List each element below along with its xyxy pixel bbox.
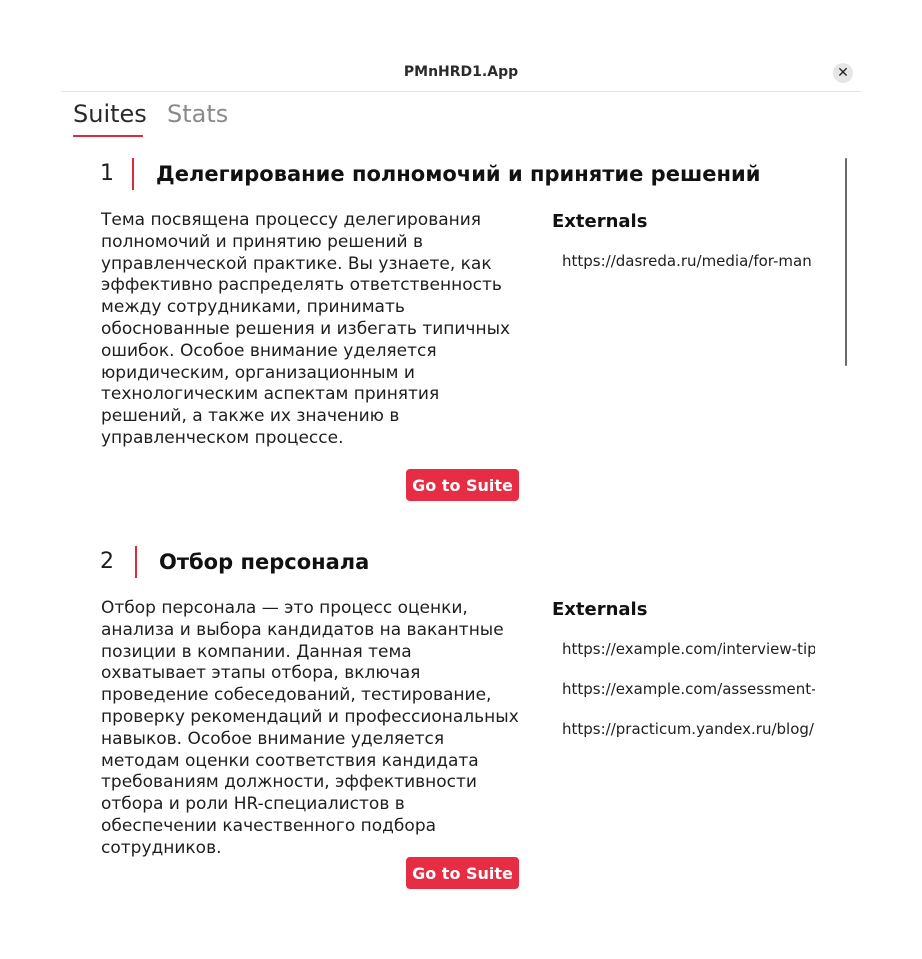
suite-number: 1: [100, 161, 114, 186]
suite-divider: [135, 546, 137, 578]
externals-heading: Externals: [552, 211, 648, 232]
external-link[interactable]: https://dasreda.ru/media/for-man: [562, 251, 815, 291]
window-title: PMnHRD1.App: [403, 64, 519, 80]
suite-title: Отбор персонала: [159, 550, 370, 574]
suite-description: Тема посвящена процессу делегирования по…: [101, 210, 511, 448]
externals-list: https://example.com/interview-tip https:…: [562, 639, 815, 759]
app-window: PMnHRD1.App ✕ Suites Stats 1 Делегирован…: [61, 54, 861, 959]
tab-suites[interactable]: Suites: [73, 100, 147, 128]
external-link[interactable]: https://example.com/assessment-: [562, 679, 815, 719]
suite-divider: [132, 158, 134, 190]
externals-list: https://dasreda.ru/media/for-man: [562, 251, 815, 291]
external-link[interactable]: https://example.com/interview-tip: [562, 639, 815, 679]
externals-heading: Externals: [552, 599, 648, 620]
tab-stats[interactable]: Stats: [167, 100, 228, 128]
suite-title: Делегирование полномочий и принятие реше…: [156, 162, 761, 186]
external-link[interactable]: https://practicum.yandex.ru/blog/: [562, 719, 815, 759]
close-icon[interactable]: ✕: [833, 63, 853, 83]
go-to-suite-button[interactable]: Go to Suite: [406, 469, 519, 501]
suite-number: 2: [100, 549, 114, 574]
suite-description: Отбор персонала — это процесс оценки, ан…: [101, 598, 519, 858]
active-tab-indicator: [73, 135, 143, 137]
scrollbar[interactable]: [845, 158, 847, 366]
suites-list[interactable]: 1 Делегирование полномочий и принятие ре…: [61, 158, 861, 958]
go-to-suite-button[interactable]: Go to Suite: [406, 857, 519, 889]
title-bar: PMnHRD1.App ✕: [61, 54, 861, 92]
